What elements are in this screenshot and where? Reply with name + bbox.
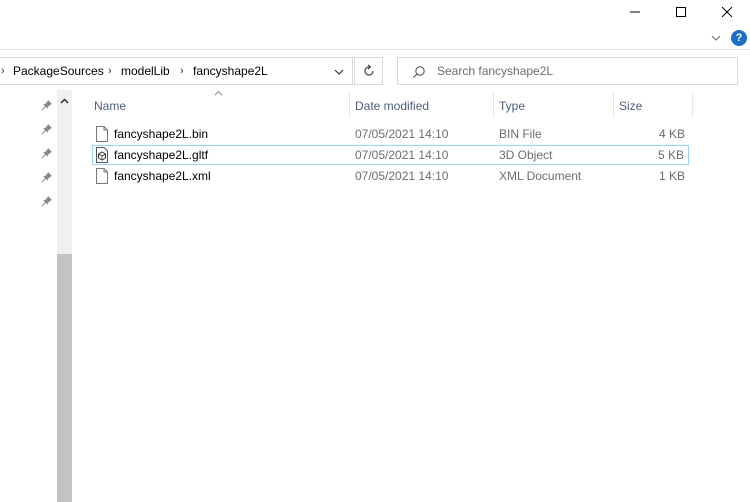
chevron-down-icon xyxy=(334,69,344,75)
refresh-icon xyxy=(363,64,374,76)
3d-object-icon xyxy=(96,147,108,163)
maximize-button[interactable] xyxy=(658,0,704,24)
maximize-icon xyxy=(676,7,686,17)
sort-ascending-icon xyxy=(214,90,223,96)
search-box[interactable]: Search fancyshape2L xyxy=(397,57,738,85)
file-size: 1 KB xyxy=(658,169,685,183)
file-icon xyxy=(96,126,108,142)
file-name[interactable]: fancyshape2L.bin xyxy=(114,127,208,141)
pin-icon[interactable] xyxy=(40,194,54,208)
help-icon: ? xyxy=(735,32,743,44)
file-name[interactable]: fancyshape2L.xml xyxy=(114,169,211,183)
file-row-selected[interactable]: fancyshape2L.gltf 07/05/2021 14:10 3D Ob… xyxy=(92,145,689,165)
minimize-button[interactable] xyxy=(612,0,658,24)
column-header-name[interactable]: Name xyxy=(94,99,126,113)
column-header-size[interactable]: Size xyxy=(619,99,642,113)
minimize-icon xyxy=(630,11,640,13)
file-size: 5 KB xyxy=(657,148,684,162)
address-bar[interactable]: › PackageSources › modelLib › fancyshape… xyxy=(0,57,353,85)
breadcrumb-fancyshape2l[interactable]: fancyshape2L xyxy=(193,64,268,78)
ribbon-divider xyxy=(0,49,750,50)
column-divider[interactable] xyxy=(493,92,494,118)
file-type: BIN File xyxy=(499,127,542,141)
close-icon xyxy=(721,6,733,18)
column-divider[interactable] xyxy=(349,92,350,118)
breadcrumb-packagesources[interactable]: PackageSources xyxy=(13,64,104,78)
expand-ribbon-button[interactable] xyxy=(708,30,724,46)
breadcrumb-separator: › xyxy=(108,65,112,77)
pin-icon[interactable] xyxy=(40,170,54,184)
column-divider[interactable] xyxy=(613,92,614,118)
nav-pane-scrollbar-thumb[interactable] xyxy=(57,254,72,502)
pin-icon[interactable] xyxy=(40,122,54,136)
column-header-date-modified[interactable]: Date modified xyxy=(355,99,429,113)
search-placeholder: Search fancyshape2L xyxy=(437,64,554,78)
file-size: 4 KB xyxy=(658,127,685,141)
scroll-up-icon[interactable] xyxy=(59,96,70,107)
column-divider[interactable] xyxy=(692,92,693,118)
close-button[interactable] xyxy=(704,0,750,24)
pin-icon[interactable] xyxy=(40,98,54,112)
file-date: 07/05/2021 14:10 xyxy=(355,127,449,141)
file-name[interactable]: fancyshape2L.gltf xyxy=(114,148,208,162)
file-date: 07/05/2021 14:10 xyxy=(355,148,449,162)
file-date: 07/05/2021 14:10 xyxy=(355,169,449,183)
breadcrumb-separator: › xyxy=(1,65,5,77)
address-history-dropdown[interactable] xyxy=(331,64,347,80)
file-row[interactable]: fancyshape2L.bin 07/05/2021 14:10 BIN Fi… xyxy=(92,124,689,144)
refresh-button[interactable] xyxy=(354,57,383,85)
file-type: XML Document xyxy=(499,169,582,183)
column-header-type[interactable]: Type xyxy=(499,99,525,113)
file-type: 3D Object xyxy=(499,148,553,162)
help-button[interactable]: ? xyxy=(731,30,747,46)
search-icon xyxy=(413,66,425,78)
file-row[interactable]: fancyshape2L.xml 07/05/2021 14:10 XML Do… xyxy=(92,166,689,186)
breadcrumb-separator: › xyxy=(180,65,184,77)
chevron-down-icon xyxy=(711,35,721,41)
file-icon xyxy=(96,168,108,184)
breadcrumb-modellib[interactable]: modelLib xyxy=(121,64,170,78)
pin-icon[interactable] xyxy=(40,146,54,160)
